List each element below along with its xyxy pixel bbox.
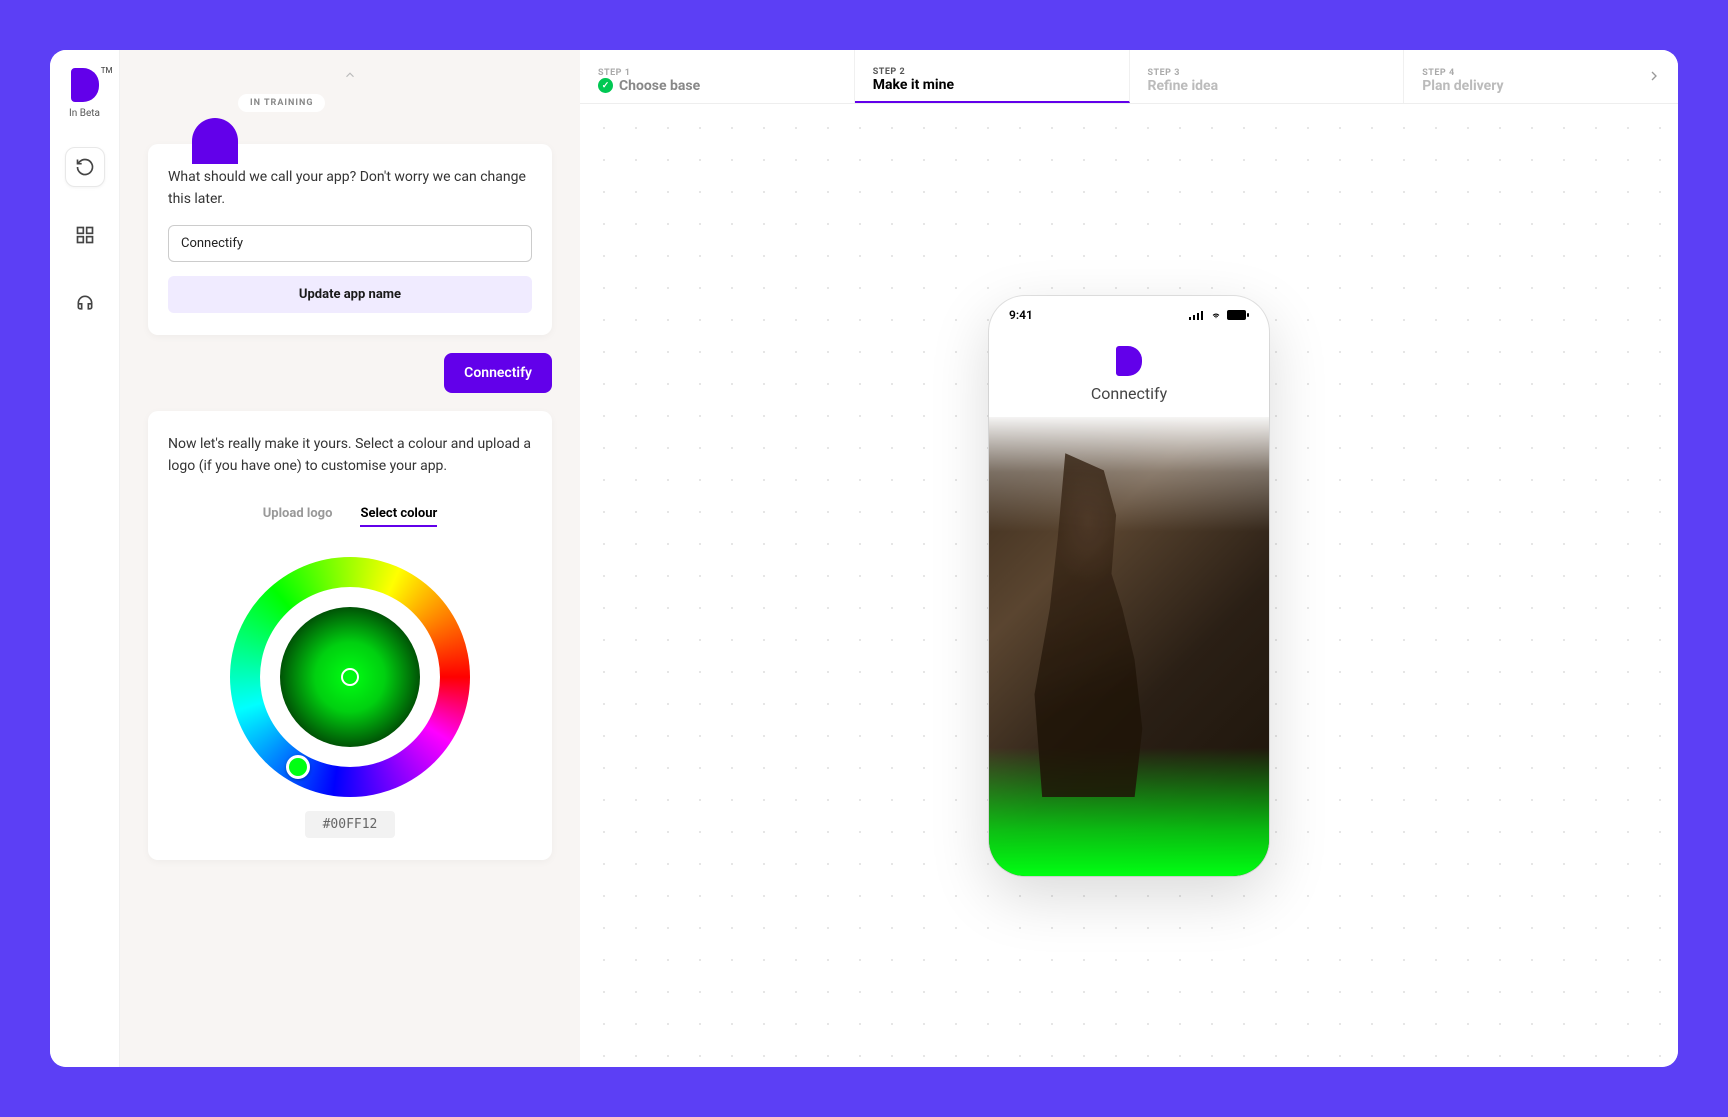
chevron-up-icon (343, 68, 357, 82)
logo-tm: TM (101, 66, 113, 75)
apps-button[interactable] (65, 215, 105, 255)
saturation-cursor-icon[interactable] (341, 668, 359, 686)
collapse-chat-button[interactable] (148, 68, 552, 86)
logo: TM In Beta (69, 68, 100, 119)
phone-time: 9:41 (1009, 308, 1033, 322)
headset-icon (75, 293, 95, 313)
user-message: Connectify (444, 353, 552, 393)
hex-output: #00FF12 (305, 811, 396, 838)
hue-cursor-icon[interactable] (286, 755, 310, 779)
grid-icon (75, 225, 95, 245)
signal-icon (1189, 310, 1205, 320)
phone-header: Connectify (989, 326, 1269, 417)
phone-logo-icon (1116, 346, 1142, 376)
wifi-icon (1209, 310, 1223, 320)
check-icon: ✓ (598, 78, 613, 93)
undo-icon (75, 157, 95, 177)
step-plan-delivery[interactable]: STEP 4 Plan delivery (1404, 50, 1678, 103)
phone-app-name: Connectify (1091, 384, 1167, 403)
tab-select-colour[interactable]: Select colour (360, 506, 437, 527)
update-app-name-button[interactable]: Update app name (168, 276, 532, 313)
phone-mockup: 9:41 Connectify (989, 296, 1269, 876)
tab-upload-logo[interactable]: Upload logo (263, 506, 333, 527)
step-refine-idea[interactable]: STEP 3 Refine idea (1130, 50, 1405, 103)
step-make-it-mine[interactable]: STEP 2 Make it mine (855, 50, 1130, 103)
undo-button[interactable] (65, 147, 105, 187)
preview-panel: STEP 1 ✓Choose base STEP 2 Make it mine … (580, 50, 1678, 1067)
step-choose-base[interactable]: STEP 1 ✓Choose base (580, 50, 855, 103)
sidebar: TM In Beta (50, 50, 120, 1067)
logo-b-icon: TM (71, 68, 99, 102)
app-name-input[interactable] (168, 225, 532, 262)
phone-status-bar: 9:41 (989, 296, 1269, 326)
chevron-right-icon (1646, 68, 1662, 84)
bot-prompt-text: What should we call your app? Don't worr… (168, 166, 532, 211)
app-window: TM In Beta IN TRAINING What should we ca… (50, 50, 1678, 1067)
bot-customise-card: Now let's really make it yours. Select a… (148, 411, 552, 860)
support-button[interactable] (65, 283, 105, 323)
saturation-circle[interactable] (280, 607, 420, 747)
color-picker: #00FF12 (168, 557, 532, 838)
stepper: STEP 1 ✓Choose base STEP 2 Make it mine … (580, 50, 1678, 104)
bot-avatar-icon (192, 118, 238, 164)
logo-caption: In Beta (69, 108, 100, 119)
customise-tabs: Upload logo Select colour (168, 506, 532, 527)
phone-status-icons (1189, 310, 1249, 320)
battery-icon (1227, 310, 1249, 320)
next-step-button[interactable] (1640, 62, 1668, 90)
hue-ring[interactable] (230, 557, 470, 797)
chat-panel: IN TRAINING What should we call your app… (120, 50, 580, 1067)
preview-canvas: 9:41 Connectify (580, 104, 1678, 1067)
bot-message-card: What should we call your app? Don't worr… (148, 144, 552, 335)
phone-hero-image (989, 417, 1269, 876)
bot-customise-text: Now let's really make it yours. Select a… (168, 433, 532, 478)
training-badge: IN TRAINING (238, 94, 325, 112)
